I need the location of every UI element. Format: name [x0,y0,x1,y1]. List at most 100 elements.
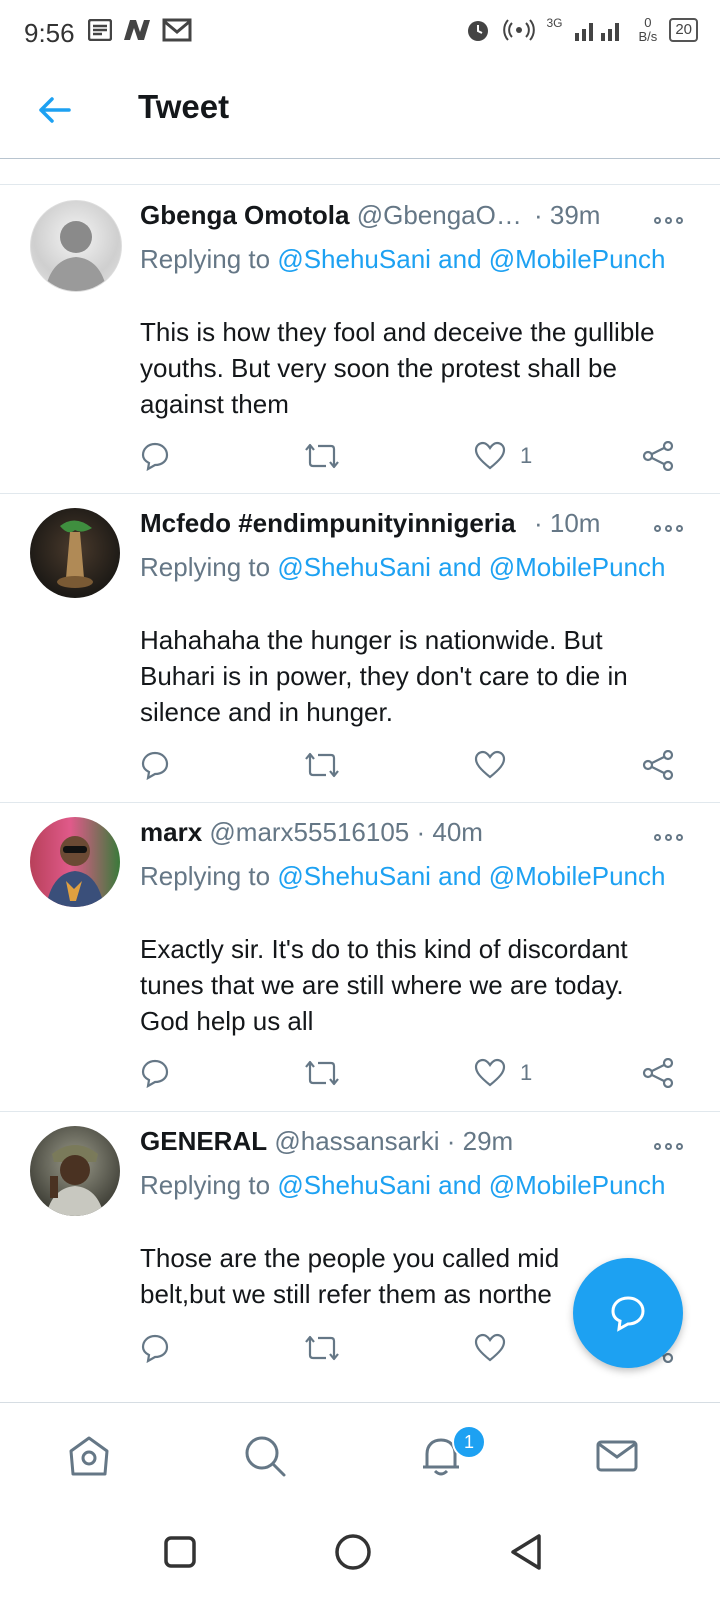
tweet-header: GENERAL @hassansarki · 29m [140,1126,620,1162]
nav-search[interactable] [238,1429,292,1483]
tweet-item[interactable]: marx @marx55516105 · 40m Replying to @Sh… [0,803,720,1112]
reply-bubble-icon [141,1334,169,1363]
status-time: 9:56 [24,18,75,48]
like-button[interactable]: 1 [474,1053,532,1093]
tweet-time: · 10m [534,508,601,538]
tweet-text: This is how they fool and deceive the gu… [140,317,655,419]
replying-to: Replying to @ShehuSani and @MobilePunch [140,1170,666,1200]
arrow-left-icon [39,97,71,123]
bottom-nav: 1 [0,1402,720,1507]
replying-to: Replying to @ShehuSani and @MobilePunch [140,552,666,582]
share-button[interactable] [642,436,674,476]
app-n-icon [124,20,150,40]
avatar[interactable] [30,200,122,292]
tweet-actions [140,745,700,785]
like-button[interactable]: 1 [474,436,532,476]
author-name[interactable]: Mcfedo #endimpunityinnigeria [140,508,516,538]
retweet-icon [305,443,339,469]
tweet-actions: 1 [140,1053,700,1093]
system-nav-bar [0,1506,720,1600]
gmail-icon [162,18,192,42]
tweet-header: Gbenga Omotola @GbengaO… · 39m [140,200,620,236]
net-speed: 0 B/s [638,15,658,44]
compose-reply-button[interactable] [573,1258,683,1368]
recents-button[interactable] [156,1528,204,1576]
author-name[interactable]: marx [140,817,202,847]
tweet-time: · 40m [416,817,483,847]
mention-link[interactable]: @ShehuSani and @MobilePunch [277,1170,665,1200]
replying-to: Replying to @ShehuSani and @MobilePunch [140,244,666,274]
mention-link[interactable]: @ShehuSani and @MobilePunch [277,552,665,582]
notification-badge: 1 [452,1425,486,1459]
share-icon [642,441,674,471]
tweet-header: Mcfedo #endimpunityinnigeria · 10m [140,508,620,544]
retweet-icon [305,1060,339,1086]
reply-button[interactable] [140,745,170,785]
more-button[interactable] [654,212,688,228]
author-name[interactable]: GENERAL [140,1126,267,1156]
hotspot-icon [502,19,535,41]
avatar[interactable] [30,508,120,598]
status-system-icons: 3G 0 B/s 20 [465,15,698,44]
heart-icon [474,750,506,779]
share-button[interactable] [642,1053,674,1093]
compose-reply-icon [611,1296,645,1332]
nav-home[interactable] [62,1429,116,1483]
search-icon [245,1436,286,1477]
reply-bubble-icon [141,442,169,471]
nav-messages[interactable] [590,1429,644,1483]
retweet-button[interactable] [304,745,340,785]
tweet-text: Hahahaha the hunger is nationwide. But B… [140,625,628,727]
status-notification-icons [88,18,192,42]
reply-button[interactable] [140,436,170,476]
more-button[interactable] [654,520,688,536]
tweet-time: · 29m [446,1126,514,1156]
author-handle[interactable]: @GbengaO… [357,200,522,230]
tweet-item[interactable]: Gbenga Omotola @GbengaO… · 39m Replying … [0,186,720,494]
like-button[interactable] [474,745,520,785]
more-button[interactable] [654,1138,688,1154]
tweet-actions: 1 [140,436,700,476]
heart-icon [474,1058,506,1087]
reply-button[interactable] [140,1053,170,1093]
alarm-icon [467,21,488,41]
tweet-time: · 39m [534,200,601,230]
share-icon [642,750,674,780]
retweet-button[interactable] [304,1053,340,1093]
author-handle[interactable]: @hassansarki [274,1126,439,1156]
reply-bubble-icon [141,1059,169,1088]
mention-link[interactable]: @ShehuSani and @MobilePunch [277,244,665,274]
square-icon [164,1536,196,1568]
circle-icon [335,1534,371,1570]
author-name[interactable]: Gbenga Omotola [140,200,349,230]
battery-indicator: 20 [669,18,698,42]
retweet-button[interactable] [304,1328,340,1368]
tweet-text: Exactly sir. It's do to this kind of dis… [140,934,628,1036]
author-handle[interactable]: @marx55516105 [209,817,409,847]
like-count: 1 [520,443,533,468]
network-type: 3G [546,16,563,30]
tweet-text: Those are the people you called mid belt… [140,1243,560,1309]
signal-icon [574,23,619,41]
mention-link[interactable]: @ShehuSani and @MobilePunch [277,861,665,891]
back-button[interactable] [34,90,74,130]
like-button[interactable] [474,1328,520,1368]
retweet-button[interactable] [304,436,340,476]
avatar[interactable] [30,817,120,907]
share-icon [642,1058,674,1088]
home-icon [69,1436,109,1476]
tweet-item[interactable]: Mcfedo #endimpunityinnigeria · 10m Reply… [0,494,720,803]
more-button[interactable] [654,829,688,845]
page-title: Tweet [138,88,230,125]
avatar[interactable] [30,1126,120,1216]
back-system-button[interactable] [502,1528,550,1576]
share-button[interactable] [642,745,674,785]
heart-icon [474,441,506,470]
home-system-button[interactable] [329,1528,377,1576]
mail-icon [596,1440,638,1472]
news-icon [88,19,112,41]
like-count: 1 [520,1060,533,1085]
tweet-header: marx @marx55516105 · 40m [140,817,620,853]
status-bar: 9:56 3G 0 B/s 20 [0,0,720,62]
reply-button[interactable] [140,1328,170,1368]
